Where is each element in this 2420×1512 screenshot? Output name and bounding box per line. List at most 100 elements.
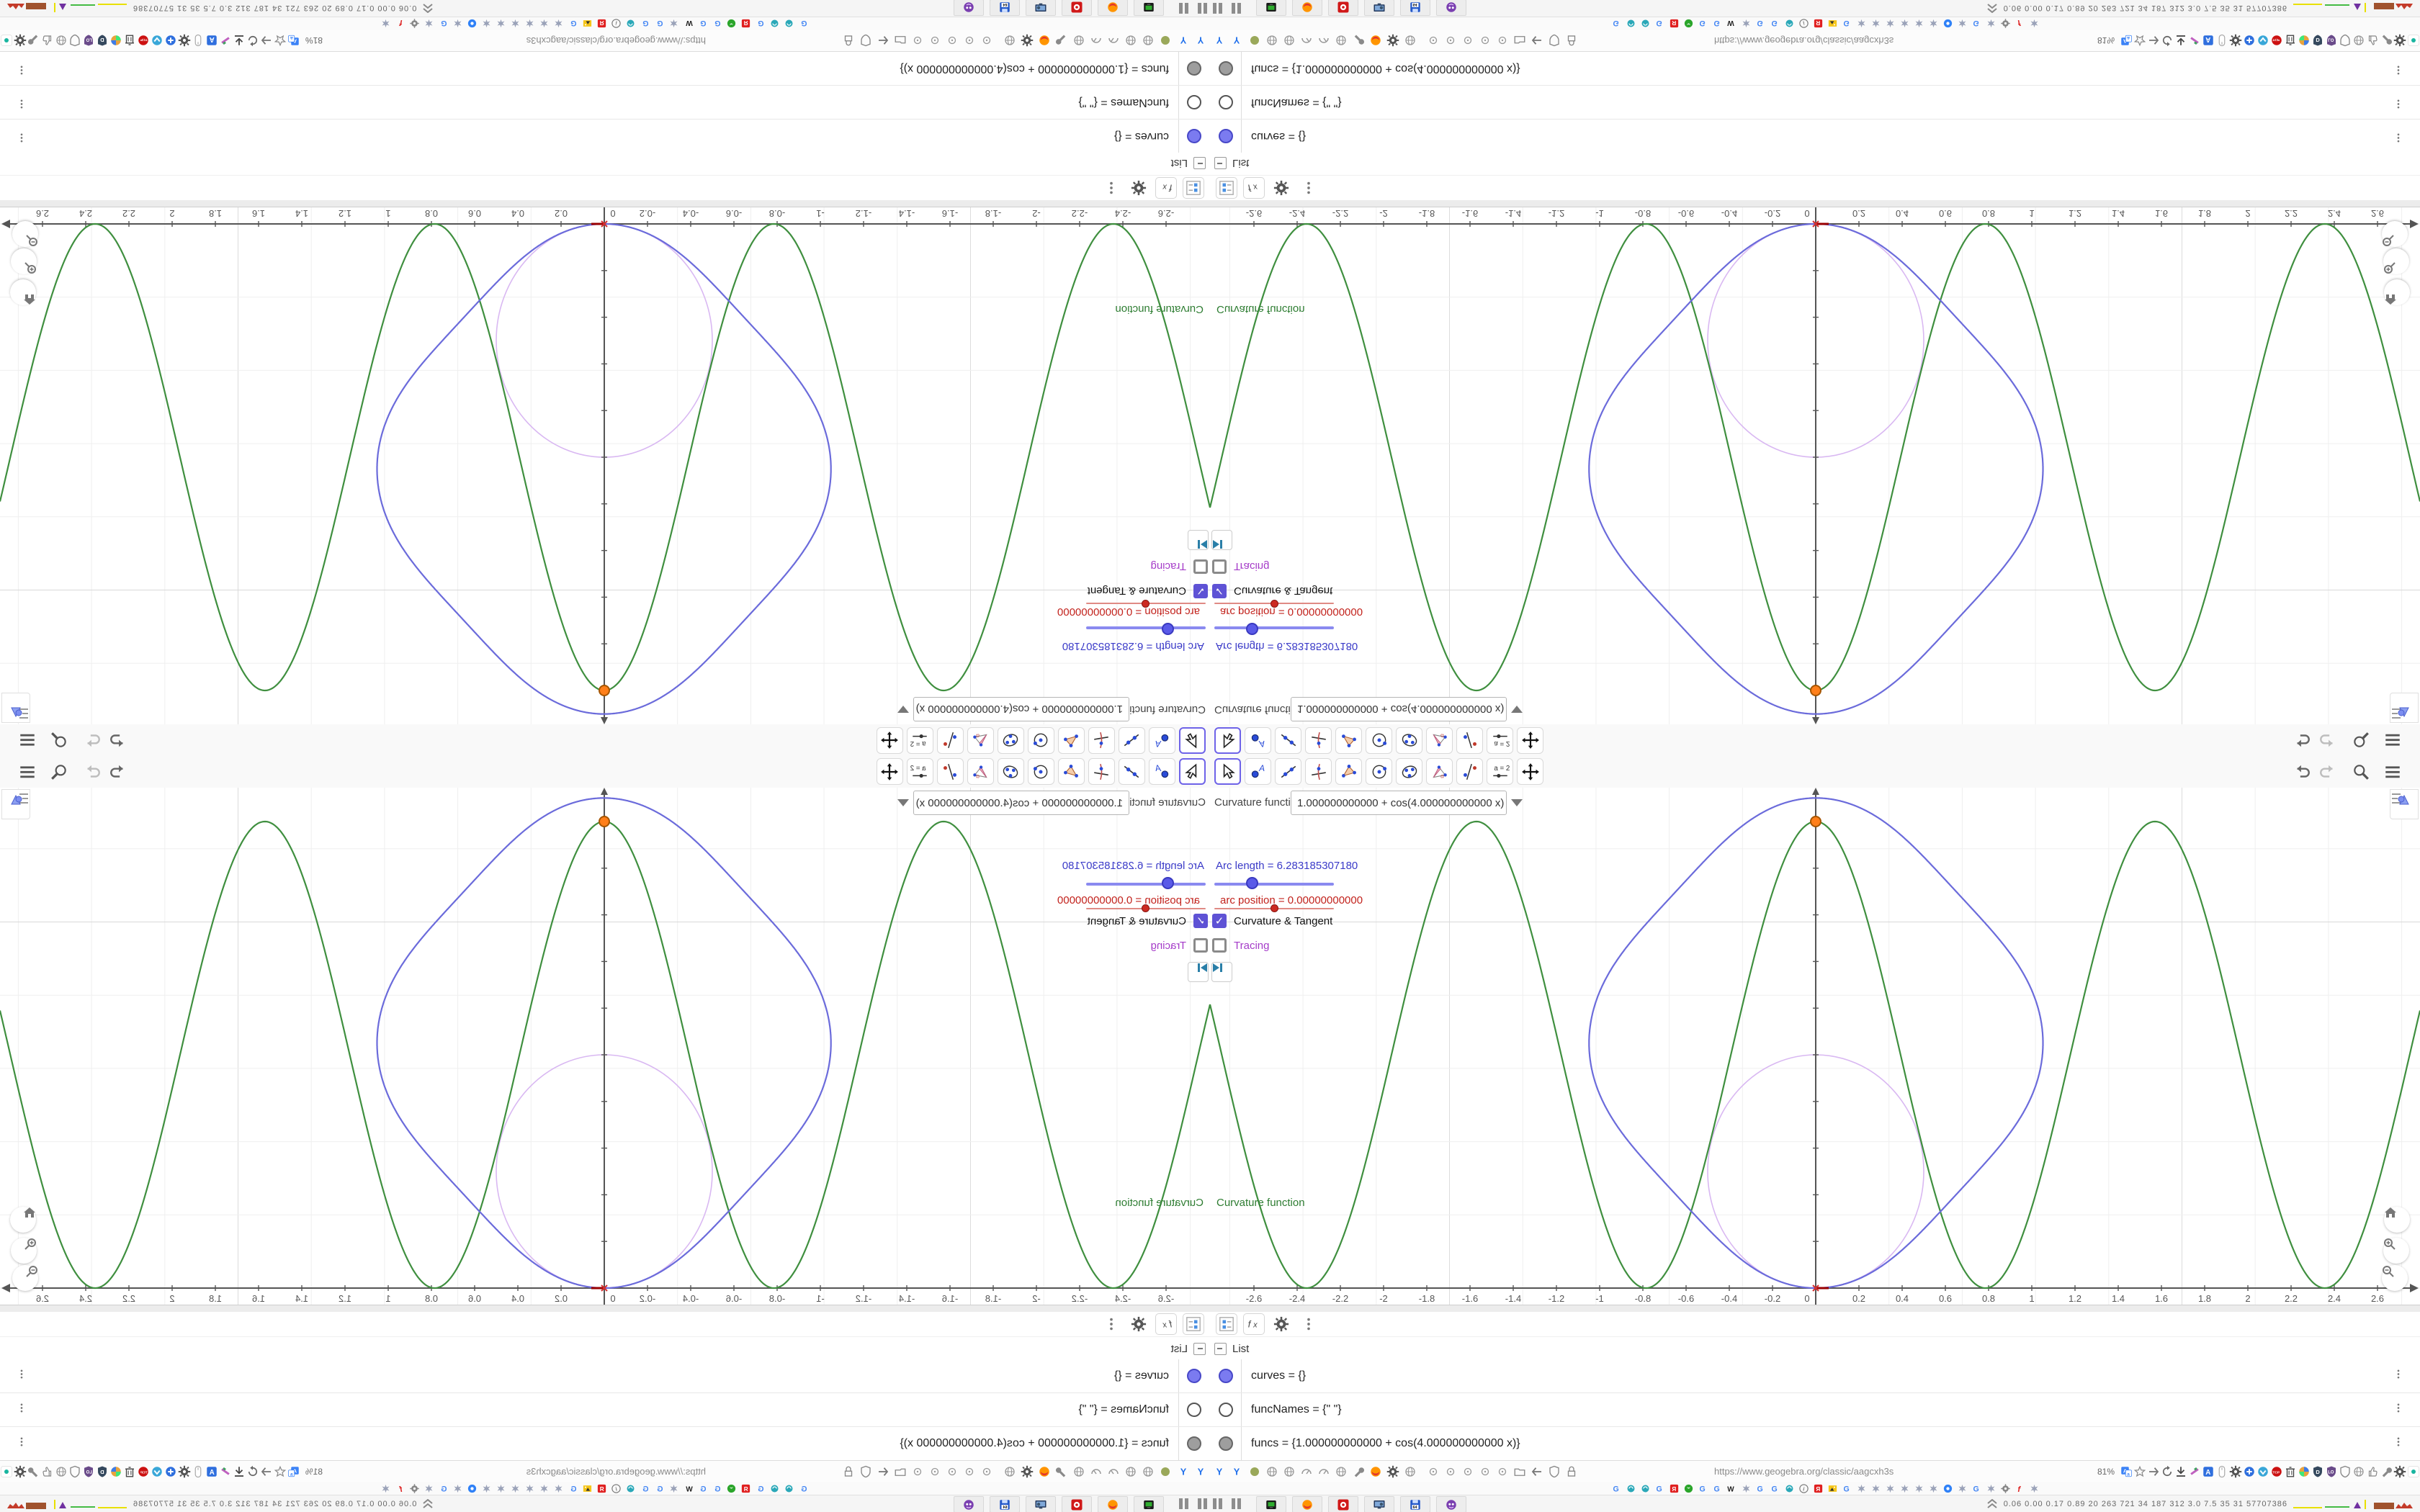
- globe-color-icon[interactable]: [2297, 33, 2311, 48]
- arc-length-slider-thumb[interactable]: [1162, 877, 1174, 889]
- search-button[interactable]: [2351, 762, 2371, 782]
- shield-icon[interactable]: [859, 1464, 873, 1479]
- zoom-out-button[interactable]: [12, 1265, 38, 1291]
- tealdot-icon[interactable]: [2406, 33, 2420, 48]
- taskbar-app-console[interactable]: [1134, 0, 1164, 16]
- Y-icon[interactable]: Y: [1213, 1464, 1227, 1479]
- globe-icon[interactable]: [1265, 1464, 1279, 1479]
- tool-polygon-button[interactable]: [1058, 727, 1085, 754]
- taskbar-app-floppy[interactable]: 64: [990, 1496, 1020, 1512]
- tool-move-button[interactable]: [1179, 727, 1206, 754]
- visibility-marble[interactable]: [1218, 1403, 1233, 1417]
- bookmark-fred-favicon[interactable]: f: [395, 18, 406, 30]
- row-kebab-menu[interactable]: [2393, 128, 2404, 145]
- thumb-icon[interactable]: [40, 1464, 55, 1479]
- bookmark-flower-favicon[interactable]: [1899, 18, 1910, 30]
- globe-icon[interactable]: [1282, 1464, 1296, 1479]
- bookmark-flower-favicon[interactable]: [452, 18, 464, 30]
- tealdot-icon[interactable]: [2406, 1464, 2420, 1479]
- arc-length-slider[interactable]: [1086, 883, 1206, 886]
- zoom-in-button[interactable]: [11, 1238, 37, 1264]
- bookmark-img-favicon[interactable]: [1827, 1482, 1838, 1494]
- bookmark-G-favicon[interactable]: G: [1697, 18, 1708, 30]
- home-button[interactable]: [10, 1207, 36, 1233]
- olive-icon[interactable]: [1158, 1464, 1173, 1479]
- bookmark-flower-favicon[interactable]: [524, 1482, 536, 1494]
- loshield-icon[interactable]: LO: [81, 33, 96, 48]
- folder-icon[interactable]: [893, 33, 908, 48]
- gauge-icon[interactable]: [1299, 33, 1314, 48]
- taskbar-app-floppy[interactable]: 64: [1400, 0, 1430, 16]
- search-button[interactable]: [2351, 730, 2371, 750]
- gear-icon[interactable]: [1386, 1464, 1400, 1479]
- thumb-icon[interactable]: [2365, 1464, 2380, 1479]
- bookmark-G-favicon[interactable]: G: [640, 1482, 651, 1494]
- row-kebab-menu[interactable]: [2393, 1368, 2404, 1385]
- tool-line-button[interactable]: [1119, 758, 1145, 785]
- bookmark-G-favicon[interactable]: G: [438, 18, 449, 30]
- shield-icon[interactable]: [1547, 33, 1561, 48]
- bookmark-chat-favicon[interactable]: [467, 18, 478, 30]
- blueA-icon[interactable]: A: [2201, 33, 2215, 48]
- arrow-right-icon[interactable]: [259, 33, 274, 48]
- arc-length-slider[interactable]: [1214, 626, 1334, 629]
- bookmark-flower-favicon[interactable]: [553, 1482, 565, 1494]
- tool-perpendicular-button[interactable]: [1305, 758, 1332, 785]
- bookmark-img-favicon[interactable]: [582, 18, 593, 30]
- bookmark-swirl-favicon[interactable]: [784, 18, 795, 30]
- blueA-icon[interactable]: A: [2201, 1464, 2215, 1479]
- redo-button[interactable]: [2318, 730, 2338, 750]
- tool-slider-button[interactable]: a = 2: [1487, 758, 1513, 785]
- window-buttons[interactable]: [1232, 3, 1245, 14]
- redo-button[interactable]: [82, 730, 102, 750]
- algebra-row[interactable]: funcs = {1.000000000000 + cos(4.00000000…: [0, 1427, 1210, 1461]
- globe-icon[interactable]: [54, 33, 68, 48]
- visibility-marble[interactable]: [1218, 1436, 1233, 1451]
- tool-circle-button[interactable]: [1366, 727, 1392, 754]
- tool-reflect-button[interactable]: [1456, 727, 1483, 754]
- bookmark-sprout-favicon[interactable]: [1682, 18, 1694, 30]
- Y-icon[interactable]: Y: [1230, 1464, 1245, 1479]
- bookmark-flower-favicon[interactable]: [539, 18, 550, 30]
- folder-icon[interactable]: [893, 1464, 908, 1479]
- zoom-out-button[interactable]: [12, 221, 38, 247]
- bookmark-G-favicon[interactable]: G: [1841, 1482, 1852, 1494]
- tool-reflect-button[interactable]: [937, 758, 964, 785]
- zoom-in-button[interactable]: [2383, 248, 2409, 274]
- dshield-icon[interactable]: D: [95, 1464, 109, 1479]
- tracing-checkbox[interactable]: [1193, 559, 1208, 574]
- wrench-icon[interactable]: [2379, 33, 2393, 48]
- undo-button[interactable]: [2292, 762, 2312, 782]
- bookmark-G-favicon[interactable]: G: [1610, 1482, 1622, 1494]
- algebra-fx-button[interactable]: fx: [1155, 1313, 1177, 1335]
- visibility-marble[interactable]: [1187, 61, 1202, 76]
- globe-icon[interactable]: [1334, 1464, 1348, 1479]
- bookmark-flower-favicon[interactable]: [668, 18, 680, 30]
- collapse-icon[interactable]: [1214, 157, 1227, 170]
- bookmark-info-favicon[interactable]: i: [611, 1482, 622, 1494]
- pencil-icon[interactable]: [218, 1464, 233, 1479]
- bookmark-G-favicon[interactable]: G: [654, 18, 666, 30]
- download-icon[interactable]: [2174, 33, 2188, 48]
- tool-line-button[interactable]: [1275, 758, 1301, 785]
- tool-pan-button[interactable]: [1517, 758, 1543, 785]
- tool-slider-button[interactable]: a = 2: [907, 758, 933, 785]
- row-kebab-menu[interactable]: [16, 128, 27, 145]
- bookmark-G-favicon[interactable]: G: [1654, 1482, 1665, 1494]
- bookmark-flower-favicon[interactable]: [1927, 18, 1939, 30]
- taskbar-app-floppy[interactable]: 64: [1400, 1496, 1430, 1512]
- algebra-row[interactable]: funcNames = {" "}: [1210, 85, 2420, 119]
- algebra-gear-button[interactable]: [1128, 177, 1150, 199]
- algebra-row[interactable]: funcNames = {" "}: [1210, 1393, 2420, 1427]
- down-blue-icon[interactable]: [150, 33, 164, 48]
- window-buttons[interactable]: [1194, 3, 1207, 14]
- gear-icon[interactable]: [2228, 1464, 2243, 1479]
- bookmark-info-favicon[interactable]: i: [611, 18, 622, 30]
- ring-icon[interactable]: [1495, 33, 1510, 48]
- zoom-out-button[interactable]: [2382, 221, 2408, 247]
- visibility-marble[interactable]: [1187, 1369, 1202, 1383]
- bookmark-G-favicon[interactable]: G: [798, 18, 810, 30]
- shield-icon[interactable]: [68, 33, 82, 48]
- bookmark-flower-favicon[interactable]: [2028, 18, 2040, 30]
- taskbar-app-purpleapp[interactable]: [954, 0, 984, 16]
